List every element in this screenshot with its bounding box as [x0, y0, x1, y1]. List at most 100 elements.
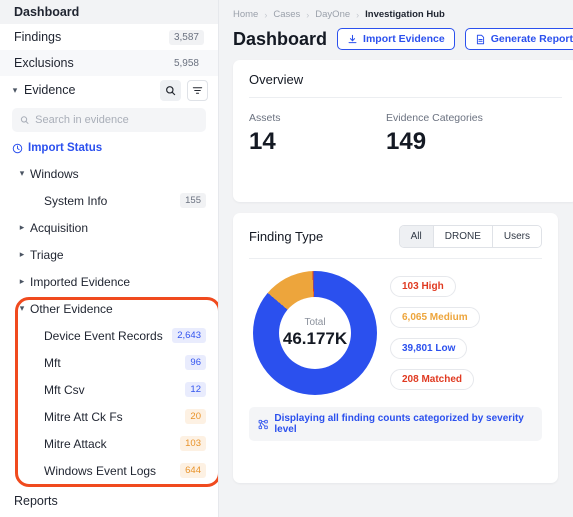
- sidebar-section-evidence[interactable]: ▾ Evidence: [0, 76, 218, 104]
- search-input-container[interactable]: [12, 108, 206, 132]
- stat-assets: Assets 14: [249, 112, 386, 156]
- tree-group-triage[interactable]: ▸ Triage: [0, 241, 218, 268]
- network-icon: [258, 419, 268, 429]
- tree-group-label: Triage: [30, 247, 64, 262]
- sidebar-item-exclusions[interactable]: Exclusions 5,958: [0, 50, 218, 76]
- search-icon: [20, 116, 29, 124]
- import-status-link[interactable]: Import Status: [0, 134, 218, 160]
- tree-item-mitre-att-ck-fs[interactable]: Mitre Att Ck Fs 20: [0, 403, 218, 430]
- sidebar-item-label: Exclusions: [14, 56, 74, 70]
- tree-item-device-event-records[interactable]: Device Event Records 2,643: [0, 322, 218, 349]
- page-header: Dashboard Import Evidence Generate Repor…: [219, 20, 573, 50]
- tree-item-label: System Info: [44, 193, 108, 208]
- main-content: Home › Cases › DayOne › Investigation Hu…: [219, 0, 573, 517]
- tree-item-count-badge: 2,643: [172, 328, 206, 343]
- import-evidence-button[interactable]: Import Evidence: [337, 28, 455, 50]
- chevron-right-icon: ▸: [19, 249, 25, 259]
- chevron-down-icon: ▾: [12, 84, 18, 95]
- sidebar-item-label: Dashboard: [14, 5, 80, 19]
- chevron-right-icon: ▸: [19, 222, 25, 232]
- tree-item-count-badge: 12: [185, 382, 206, 397]
- breadcrumb-separator-icon: ›: [264, 9, 268, 20]
- tree-group-acquisition[interactable]: ▸ Acquisition: [0, 214, 218, 241]
- tree-item-label: Windows Event Logs: [44, 463, 157, 478]
- app-root: Dashboard Findings 3,587 Exclusions 5,95…: [0, 0, 573, 517]
- tree-group-other-evidence[interactable]: ▾ Other Evidence: [0, 295, 218, 322]
- page-title: Dashboard: [233, 28, 328, 49]
- sidebar: Dashboard Findings 3,587 Exclusions 5,95…: [0, 0, 219, 517]
- stat-label: Assets: [249, 112, 281, 124]
- legend-chip-matched[interactable]: 208 Matched: [390, 369, 475, 390]
- tree-item-mft[interactable]: Mft 96: [0, 349, 218, 376]
- tab-drone[interactable]: DRONE: [433, 226, 493, 247]
- breadcrumb-item-home[interactable]: Home: [233, 9, 258, 20]
- finding-type-tabs: All DRONE Users: [398, 225, 542, 248]
- legend-chip-high[interactable]: 103 High: [390, 276, 456, 297]
- evidence-search-wrap: [0, 104, 218, 134]
- tab-users[interactable]: Users: [492, 226, 541, 247]
- tree-group-label: Windows: [30, 166, 79, 181]
- tree-item-count-badge: 644: [180, 463, 206, 478]
- stat-label: Evidence Categories: [386, 112, 483, 124]
- sidebar-item-label: Reports: [14, 494, 58, 508]
- stat-value: 149: [386, 128, 427, 155]
- findings-count-badge: 3,587: [168, 29, 204, 45]
- breadcrumb-item-current: Investigation Hub: [365, 9, 445, 20]
- generate-report-label: Generate Report: [490, 33, 573, 45]
- tree-item-count-badge: 103: [180, 436, 206, 451]
- overview-title: Overview: [249, 72, 304, 87]
- tree-item-label: Mft Csv: [44, 382, 85, 397]
- donut-total-value: 46.177K: [282, 329, 348, 348]
- legend-chip-low[interactable]: 39,801 Low: [390, 338, 468, 359]
- finding-type-header: Finding Type All DRONE Users: [249, 225, 542, 248]
- stat-value: 14: [249, 128, 276, 155]
- import-icon: [348, 34, 357, 43]
- tree-item-count-badge: 20: [185, 409, 206, 424]
- tree-item-system-info[interactable]: System Info 155: [0, 187, 218, 214]
- sidebar-item-dashboard[interactable]: Dashboard: [0, 0, 218, 24]
- document-icon: [476, 34, 484, 44]
- overview-card: Overview Assets 14 Evidence Categories 1…: [233, 60, 573, 202]
- tree-item-mft-csv[interactable]: Mft Csv 12: [0, 376, 218, 403]
- tree-item-count-badge: 96: [185, 355, 206, 370]
- exclusions-count-badge: 5,958: [173, 57, 199, 69]
- breadcrumb: Home › Cases › DayOne › Investigation Hu…: [219, 0, 573, 20]
- import-evidence-label: Import Evidence: [363, 33, 445, 45]
- tree-item-windows-event-logs[interactable]: Windows Event Logs 644: [0, 457, 218, 484]
- tree-group-label: Acquisition: [30, 220, 89, 235]
- search-icon[interactable]: [160, 79, 181, 101]
- tab-all[interactable]: All: [399, 226, 434, 247]
- tree-group-imported-evidence[interactable]: ▸ Imported Evidence: [0, 268, 218, 295]
- filter-icon[interactable]: [187, 79, 208, 101]
- finding-type-note: Displaying all finding counts categorize…: [249, 407, 542, 441]
- breadcrumb-item-dayone[interactable]: DayOne: [315, 9, 350, 20]
- legend-chip-medium[interactable]: 6,065 Medium: [390, 307, 480, 328]
- finding-type-chart-area: Total 46.177K 103 High 6,065 Medium 39,8…: [249, 259, 542, 397]
- tree-item-count-badge: 155: [180, 193, 206, 208]
- breadcrumb-separator-icon: ›: [356, 9, 360, 20]
- donut-center: Total 46.177K: [279, 297, 351, 369]
- sidebar-item-reports[interactable]: Reports: [0, 488, 218, 514]
- search-input[interactable]: [35, 114, 198, 126]
- overview-stats: Assets 14 Evidence Categories 149: [249, 98, 562, 156]
- severity-donut-chart: Total 46.177K: [249, 269, 384, 397]
- tree-item-label: Mft: [44, 355, 61, 370]
- tree-item-mitre-attack[interactable]: Mitre Attack 103: [0, 430, 218, 457]
- finding-type-card-body: Finding Type All DRONE Users Total 46.17…: [233, 213, 558, 453]
- sidebar-item-findings[interactable]: Findings 3,587: [0, 24, 218, 50]
- import-status-label: Import Status: [28, 142, 103, 154]
- chevron-right-icon: ▸: [19, 276, 25, 286]
- finding-type-title: Finding Type: [249, 229, 324, 244]
- finding-type-note-text: Displaying all finding counts categorize…: [274, 413, 524, 435]
- tree-group-windows[interactable]: ▾ Windows: [0, 160, 218, 187]
- breadcrumb-separator-icon: ›: [306, 9, 310, 20]
- donut-total-label: Total: [304, 317, 326, 328]
- overview-card-body: Overview Assets 14 Evidence Categories 1…: [233, 60, 573, 168]
- clock-icon: [12, 143, 23, 153]
- breadcrumb-item-cases[interactable]: Cases: [273, 9, 300, 20]
- finding-type-card: Finding Type All DRONE Users Total 46.17…: [233, 213, 558, 483]
- tree-group-label: Imported Evidence: [30, 274, 131, 289]
- tree-item-label: Mitre Attack: [44, 436, 107, 451]
- tree-group-label: Other Evidence: [30, 301, 113, 316]
- generate-report-button[interactable]: Generate Report: [464, 28, 573, 50]
